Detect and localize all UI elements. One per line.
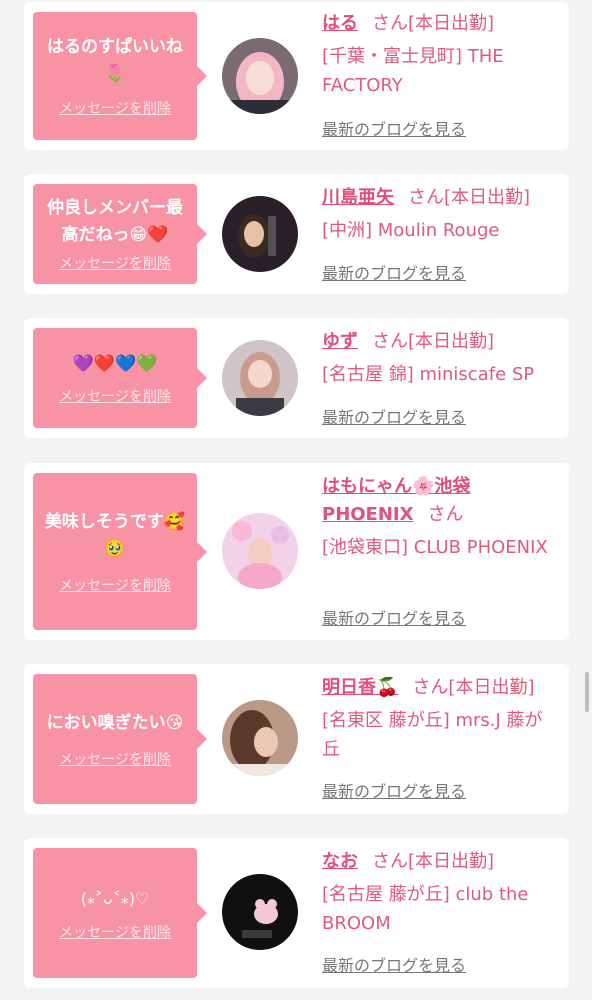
cast-info: 明日香🍒 さん[本日出勤] [名東区 藤が丘] mrs.J 藤が丘 最新のブログを… xyxy=(322,674,559,801)
cast-name-link[interactable]: ゆず xyxy=(322,331,358,352)
avatar[interactable] xyxy=(222,196,298,272)
cast-info: なお さん[本日出勤] [名古屋 藤が丘] club the BROOM 最新のブ… xyxy=(322,848,559,975)
avatar[interactable] xyxy=(222,38,298,114)
avatar[interactable] xyxy=(222,340,298,416)
message-bubble: はるのすぱいいね🌷 メッセージを削除 xyxy=(33,12,207,140)
cast-info: はもにゃん🌸池袋PHOENIX さん [池袋東口] CLUB PHOENIX 最新… xyxy=(322,473,559,628)
blog-link[interactable]: 最新のブログを見る xyxy=(322,605,466,629)
shop-text: [中洲] Moulin Rouge xyxy=(322,220,500,241)
message-text: はるのすぱいいね🌷 xyxy=(47,37,183,84)
status-text: [本日出勤] xyxy=(448,677,535,698)
avatar[interactable] xyxy=(222,874,298,950)
delete-message-link[interactable]: メッセージを削除 xyxy=(59,749,171,769)
blog-link[interactable]: 最新のブログを見る xyxy=(322,404,466,428)
honorific: さん xyxy=(408,187,444,208)
cast-name-link[interactable]: 川島亜矢 xyxy=(322,187,394,208)
honorific: さん xyxy=(427,504,464,525)
message-bubble: 仲良しメンバー最高だねっ😁❤️ メッセージを削除 xyxy=(33,184,207,284)
message-bubble: におい嗅ぎたい😘 メッセージを削除 xyxy=(33,674,207,804)
message-bubble: 美味しそうです🥰🥹 メッセージを削除 xyxy=(33,473,207,630)
blog-link[interactable]: 最新のブログを見る xyxy=(322,952,466,976)
message-card: はるのすぱいいね🌷 メッセージを削除 はる さん[本日出勤] [千葉・富士見町] … xyxy=(24,2,569,150)
message-text: (⁎˃ᴗ˂⁎)♡ xyxy=(80,888,150,908)
shop-text: [千葉・富士見町] THE FACTORY xyxy=(322,46,504,96)
message-card: 仲良しメンバー最高だねっ😁❤️ メッセージを削除 川島亜矢 さん[本日出勤] [中… xyxy=(24,174,569,294)
honorific: さん xyxy=(372,13,408,34)
blog-link[interactable]: 最新のブログを見る xyxy=(322,778,466,802)
cast-info: 川島亜矢 さん[本日出勤] [中洲] Moulin Rouge 最新のブログを見る xyxy=(322,184,559,283)
delete-message-link[interactable]: メッセージを削除 xyxy=(59,386,171,406)
blog-link[interactable]: 最新のブログを見る xyxy=(322,260,466,284)
honorific: さん xyxy=(372,851,408,872)
status-text: [本日出勤] xyxy=(408,331,495,352)
cast-name-link[interactable]: はる xyxy=(322,13,358,34)
delete-message-link[interactable]: メッセージを削除 xyxy=(59,922,171,942)
cast-name-link[interactable]: なお xyxy=(322,851,358,872)
message-text: 💜❤️💙💚 xyxy=(72,353,158,374)
message-text: 美味しそうです🥰🥹 xyxy=(44,511,186,559)
shop-text: [池袋東口] CLUB PHOENIX xyxy=(322,537,548,558)
message-card: (⁎˃ᴗ˂⁎)♡ メッセージを削除 なお さん[本日出勤] [名古屋 藤が丘] c… xyxy=(24,838,569,988)
cast-info: ゆず さん[本日出勤] [名古屋 錦] miniscafe SP 最新のブログを見… xyxy=(322,328,559,427)
status-text: [本日出勤] xyxy=(408,13,495,34)
honorific: さん xyxy=(412,677,449,698)
delete-message-link[interactable]: メッセージを削除 xyxy=(59,98,171,118)
avatar[interactable] xyxy=(222,513,298,589)
message-card: 美味しそうです🥰🥹 メッセージを削除 はもにゃん🌸池袋PHOENIX さん [池袋… xyxy=(24,463,569,640)
message-card: 💜❤️💙💚 メッセージを削除 ゆず さん[本日出勤] [名古屋 錦] minisc… xyxy=(24,318,569,438)
scrollbar[interactable] xyxy=(585,672,589,712)
honorific: さん xyxy=(372,331,408,352)
avatar[interactable] xyxy=(222,700,298,776)
cast-info: はる さん[本日出勤] [千葉・富士見町] THE FACTORY 最新のブログを… xyxy=(322,10,559,139)
status-text: [本日出勤] xyxy=(444,187,531,208)
message-card: におい嗅ぎたい😘 メッセージを削除 明日香🍒 さん[本日出勤] [名東区 藤が丘]… xyxy=(24,664,569,814)
message-bubble: 💜❤️💙💚 メッセージを削除 xyxy=(33,328,207,428)
delete-message-link[interactable]: メッセージを削除 xyxy=(59,253,171,273)
blog-link[interactable]: 最新のブログを見る xyxy=(322,116,466,140)
cast-name-link[interactable]: 明日香🍒 xyxy=(322,677,398,698)
message-text: 仲良しメンバー最高だねっ😁❤️ xyxy=(47,198,183,245)
shop-text: [名古屋 錦] miniscafe SP xyxy=(322,364,535,385)
status-text: [本日出勤] xyxy=(408,851,495,872)
delete-message-link[interactable]: メッセージを削除 xyxy=(59,575,171,595)
shop-text: [名東区 藤が丘] mrs.J 藤が丘 xyxy=(322,710,543,760)
message-bubble: (⁎˃ᴗ˂⁎)♡ メッセージを削除 xyxy=(33,848,207,978)
message-text: におい嗅ぎたい😘 xyxy=(46,712,184,733)
shop-text: [名古屋 藤が丘] club the BROOM xyxy=(322,884,529,934)
